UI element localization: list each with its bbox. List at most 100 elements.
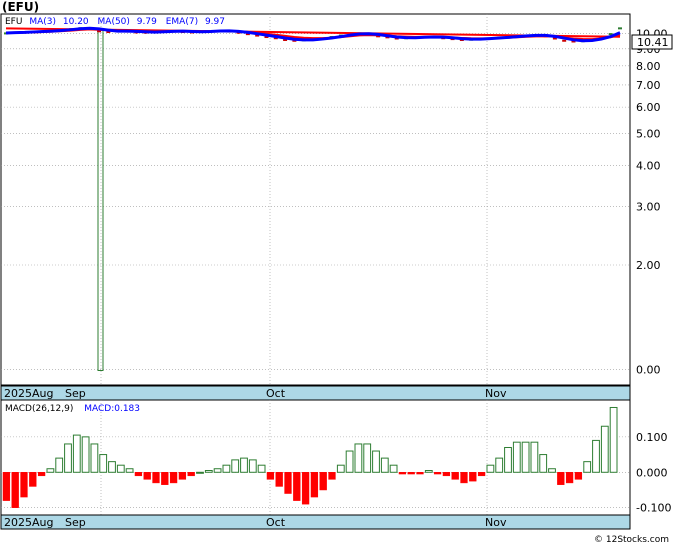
- macd-bar: [433, 472, 442, 475]
- x-tick-label: Oct: [266, 387, 286, 400]
- x-tick-label: Sep: [65, 387, 86, 400]
- last-price-tag: 10.41: [631, 34, 673, 50]
- macd-bar: [37, 472, 46, 477]
- macd-bar: [336, 464, 345, 473]
- macd-bar: [240, 457, 248, 473]
- macd-legend-label: MACD(26,12,9): [5, 404, 73, 414]
- macd-bar: [530, 441, 539, 473]
- macd-bar: [231, 459, 240, 473]
- legend-ema7-label: EMA(7): [166, 17, 198, 27]
- price-y-axis: 10.009.008.007.006.005.004.003.002.000.0…: [636, 28, 668, 377]
- macd-bar: [469, 472, 477, 482]
- macd-bar: [152, 472, 160, 484]
- macd-bar: [363, 443, 372, 473]
- x-tick-label: Nov: [485, 387, 507, 400]
- macd-bar: [301, 472, 310, 505]
- price-tick-label: 2.00: [636, 259, 661, 272]
- svg-text:EFU MA(3) 10.20: EFU MA(3) 10.20 MA(50) 9.79 EMA(7) 9.97: [5, 17, 225, 27]
- macd-bar: [495, 457, 504, 473]
- price-tick-label: 4.00: [636, 159, 661, 172]
- macd-legend-value: MACD:0.183: [84, 404, 140, 414]
- macd-bar: [460, 472, 468, 484]
- macd-bar: [90, 443, 99, 473]
- price-panel-frame: [0, 13, 631, 386]
- macd-bar: [486, 464, 495, 473]
- legend-ma50-value: 9.79: [137, 17, 157, 27]
- macd-x-axis-band: [0, 514, 631, 530]
- macd-bar: [108, 461, 116, 473]
- price-x-axis-band: [0, 385, 631, 401]
- macd-bar: [266, 472, 275, 480]
- legend-ma3-label: MA(3): [29, 17, 56, 27]
- macd-bar: [583, 461, 592, 473]
- macd-bar: [451, 472, 459, 480]
- price-tick-label: 0.00: [636, 364, 661, 377]
- macd-tick-label: 0.000: [636, 466, 668, 479]
- price-legend: EFU MA(3) 10.20 MA(50) 9.79 EMA(7) 9.97: [5, 17, 225, 27]
- x-tick-label: Nov: [485, 516, 507, 529]
- macd-bar: [178, 472, 187, 480]
- macd-bar: [512, 441, 521, 473]
- macd-bar: [11, 472, 19, 508]
- macd-bar: [187, 472, 195, 477]
- price-tick-label: 3.00: [636, 201, 661, 214]
- legend-symbol: EFU: [5, 17, 22, 27]
- price-tick-label: 6.00: [636, 101, 661, 114]
- last-price-value: 10.41: [637, 36, 669, 49]
- macd-bar: [275, 472, 283, 487]
- macd-bar: [574, 472, 583, 480]
- macd-bar: [248, 459, 257, 473]
- svg-text:MACD(26,12,9) MACD:0.183: MACD(26,12,9) MACD:0.183: [5, 404, 140, 414]
- macd-bar: [565, 472, 574, 484]
- macd-bar: [134, 472, 143, 477]
- macd-bar: [81, 436, 90, 473]
- macd-bar: [72, 434, 81, 473]
- macd-bar: [389, 464, 398, 473]
- price-candle: [618, 27, 622, 30]
- macd-bar: [442, 472, 451, 477]
- price-candle: [562, 39, 567, 42]
- macd-bar: [477, 472, 486, 477]
- macd-tick-label: 0.100: [636, 431, 668, 444]
- macd-bar: [293, 472, 301, 501]
- macd-bar: [161, 472, 169, 485]
- macd-bar: [29, 472, 37, 487]
- macd-bar: [380, 457, 389, 473]
- macd-bar: [116, 464, 125, 473]
- macd-bar: [319, 472, 327, 491]
- macd-bar: [539, 454, 548, 473]
- chart-title: (EFU): [2, 0, 39, 14]
- macd-tick-label: -0.100: [636, 502, 671, 515]
- legend-ema7-value: 9.97: [205, 17, 225, 27]
- x-tick-label: 2025Aug: [4, 516, 53, 529]
- watermark: © 12Stocks.com: [594, 535, 669, 545]
- macd-bar: [46, 468, 55, 473]
- macd-bar: [143, 472, 151, 480]
- macd-bar: [204, 470, 213, 473]
- price-tick-label: 5.00: [636, 127, 661, 140]
- macd-bar: [557, 472, 565, 485]
- macd-bar: [504, 446, 512, 473]
- macd-bar: [407, 472, 415, 475]
- x-tick-label: 2025Aug: [4, 387, 53, 400]
- legend-ma3-value: 10.20: [63, 17, 89, 27]
- macd-bar: [354, 443, 363, 473]
- macd-bar: [600, 425, 609, 473]
- stock-chart: (EFU) 10.009.008.007.006.005.004.003.002…: [0, 0, 673, 545]
- macd-bar: [310, 472, 319, 498]
- macd-bar: [592, 439, 600, 473]
- macd-bar: [196, 471, 204, 474]
- macd-legend: MACD(26,12,9) MACD:0.183: [5, 404, 140, 414]
- macd-bar: [2, 472, 11, 501]
- macd-bar: [64, 443, 72, 473]
- x-tick-label: Oct: [266, 516, 286, 529]
- macd-bar: [125, 468, 134, 473]
- macd-bar: [284, 472, 292, 494]
- price-tick-label: 7.00: [636, 79, 661, 92]
- macd-bar: [372, 450, 380, 473]
- macd-bar: [424, 470, 433, 473]
- macd-bar: [257, 464, 266, 473]
- macd-y-axis: 0.100 0.000 -0.100: [636, 431, 671, 515]
- macd-bar: [521, 441, 530, 473]
- macd-bar: [416, 472, 424, 475]
